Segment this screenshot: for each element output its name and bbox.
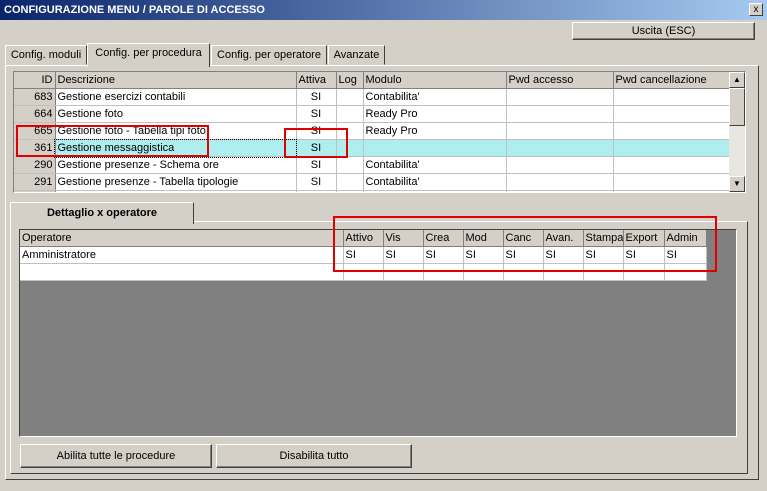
highlight-box-permissions	[333, 216, 717, 272]
table-cell[interactable]: Contabilita'	[363, 88, 507, 106]
table-cell[interactable]: Gestione presenze - Schema ore	[55, 156, 297, 174]
tab-config-per-procedura[interactable]: Config. per procedura	[87, 43, 210, 67]
table-row[interactable]: 664 Gestione foto SI Ready Pro	[14, 105, 731, 123]
col-header-pwd-accesso[interactable]: Pwd accesso	[506, 72, 614, 89]
table-cell[interactable]: Gestione presenze - Tabella tipologie	[55, 173, 297, 191]
col-header-pwd-cancellazione[interactable]: Pwd cancellazione	[613, 72, 731, 89]
table-cell[interactable]	[613, 190, 731, 192]
table-row[interactable]: 289Gestione presenze - TimbracartellinoS…	[14, 190, 731, 192]
table-cell[interactable]	[613, 88, 731, 106]
table-cell[interactable]	[613, 122, 731, 140]
table-cell[interactable]: Ready Pro	[363, 105, 507, 123]
table-cell[interactable]: Gestione esercizi contabili	[55, 88, 297, 106]
table-cell[interactable]	[336, 190, 364, 192]
table-cell[interactable]	[506, 122, 614, 140]
table-cell[interactable]	[613, 156, 731, 174]
table-cell[interactable]	[363, 190, 507, 192]
disable-all-button[interactable]: Disabilita tutto	[216, 444, 412, 468]
table-cell[interactable]: SI	[296, 190, 337, 192]
scroll-down-icon[interactable]: ▼	[729, 176, 745, 192]
col-header-modulo[interactable]: Modulo	[363, 72, 507, 89]
table-cell[interactable]: SI	[296, 173, 337, 191]
table-cell[interactable]: Gestione foto	[55, 105, 297, 123]
col-header-descrizione[interactable]: Descrizione	[55, 72, 297, 89]
col-header-operatore[interactable]: Operatore	[20, 230, 344, 247]
table-cell[interactable]: Gestione presenze - Timbracartellino	[55, 190, 297, 192]
procedures-header-row: ID Descrizione Attiva Log Modulo Pwd acc…	[14, 72, 731, 89]
col-header-log[interactable]: Log	[336, 72, 364, 89]
table-cell[interactable]: Amministratore	[20, 246, 344, 264]
highlight-box-row	[16, 125, 209, 157]
col-header-attiva[interactable]: Attiva	[296, 72, 337, 89]
table-cell[interactable]	[336, 156, 364, 174]
close-button[interactable]: x	[749, 3, 763, 16]
scroll-thumb[interactable]	[729, 88, 745, 126]
table-cell[interactable]	[506, 139, 614, 157]
tab-config-moduli[interactable]: Config. moduli	[5, 45, 87, 65]
table-cell[interactable]: SI	[296, 156, 337, 174]
table-cell[interactable]	[613, 105, 731, 123]
procedures-vertical-scrollbar[interactable]: ▲ ▼	[729, 72, 745, 192]
table-cell[interactable]: 664	[14, 105, 56, 123]
table-cell[interactable]	[336, 88, 364, 106]
table-cell[interactable]	[613, 139, 731, 157]
tab-config-per-operatore[interactable]: Config. per operatore	[211, 45, 327, 65]
table-cell[interactable]: Contabilita'	[363, 173, 507, 191]
table-cell[interactable]: Ready Pro	[363, 122, 507, 140]
table-cell[interactable]	[613, 173, 731, 191]
table-cell[interactable]: SI	[296, 105, 337, 123]
table-cell[interactable]	[336, 105, 364, 123]
exit-button[interactable]: Uscita (ESC)	[572, 22, 755, 40]
table-cell[interactable]: SI	[296, 88, 337, 106]
table-cell[interactable]: 290	[14, 156, 56, 174]
table-cell[interactable]	[506, 190, 614, 192]
table-row[interactable]: 290 Gestione presenze - Schema ore SI Conta…	[14, 156, 731, 174]
table-row[interactable]: 291 Gestione presenze - Tabella tipologie…	[14, 173, 731, 191]
table-cell[interactable]: 683	[14, 88, 56, 106]
table-cell[interactable]	[506, 173, 614, 191]
table-row[interactable]: 683 Gestione esercizi contabili SI Contabil…	[14, 88, 731, 106]
window-title: CONFIGURAZIONE MENU / PAROLE DI ACCESSO	[4, 4, 265, 16]
table-cell[interactable]	[506, 105, 614, 123]
table-cell[interactable]	[506, 156, 614, 174]
table-cell[interactable]: 291	[14, 173, 56, 191]
table-cell[interactable]	[336, 173, 364, 191]
tab-avanzate[interactable]: Avanzate	[328, 45, 385, 65]
table-cell[interactable]	[363, 139, 507, 157]
table-cell[interactable]: Contabilita'	[363, 156, 507, 174]
table-cell[interactable]: 289	[14, 190, 56, 192]
enable-all-button[interactable]: Abilita tutte le procedure	[20, 444, 212, 468]
scroll-up-icon[interactable]: ▲	[729, 72, 745, 88]
window-title-bar: CONFIGURAZIONE MENU / PAROLE DI ACCESSO	[0, 0, 767, 20]
highlight-box-attiva	[284, 128, 348, 158]
table-cell[interactable]	[506, 88, 614, 106]
tab-dettaglio-operatore[interactable]: Dettaglio x operatore	[10, 202, 194, 224]
col-header-id[interactable]: ID	[14, 72, 56, 89]
